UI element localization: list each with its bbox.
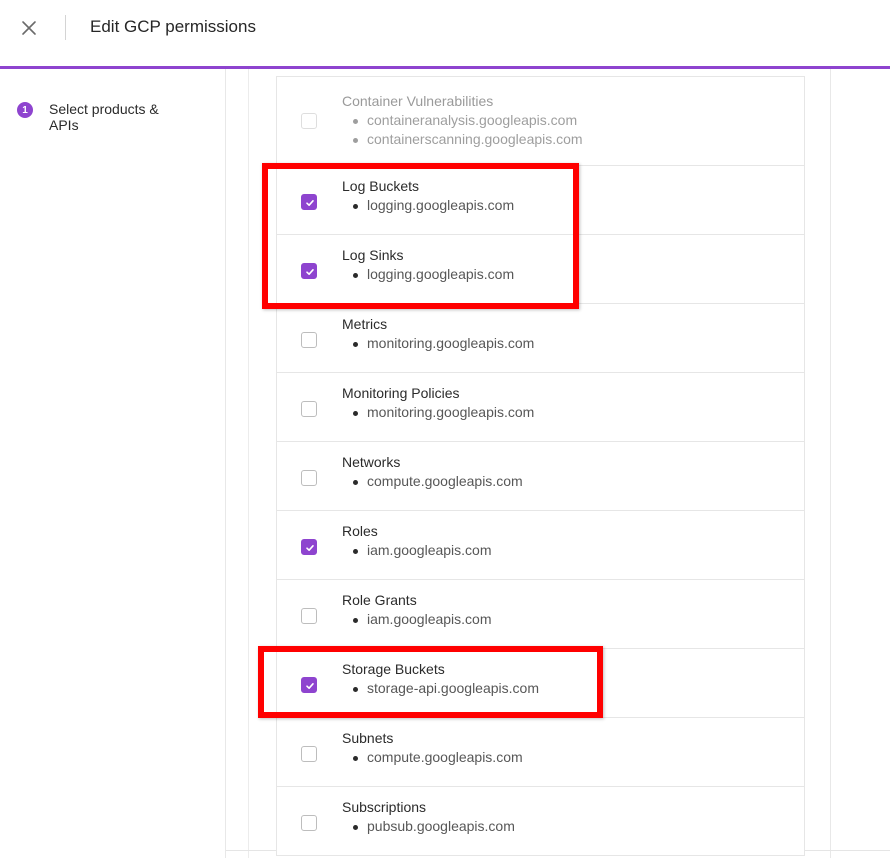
product-row: Monitoring Policies monitoring.googleapis… [277,373,804,442]
header: Edit GCP permissions [0,0,890,66]
product-checkbox[interactable] [301,677,317,693]
api-endpoint: compute.googleapis.com [351,748,523,767]
product-name: Storage Buckets [342,661,445,677]
wizard-steps-sidebar: 1 Select products & APIs [0,69,226,858]
product-list: Container Vulnerabilities containeranalys… [276,76,805,856]
product-name: Subnets [342,730,394,746]
api-endpoint: storage-api.googleapis.com [351,679,539,698]
product-name: Monitoring Policies [342,385,460,401]
product-checkbox[interactable] [301,470,317,486]
api-endpoint: logging.googleapis.com [351,196,514,215]
checkmark-icon [306,545,314,551]
product-checkbox [301,113,317,129]
header-divider [65,15,66,40]
api-endpoint: compute.googleapis.com [351,472,523,491]
product-checkbox[interactable] [301,194,317,210]
api-endpoint: iam.googleapis.com [351,610,492,629]
product-row: Metrics monitoring.googleapis.com [277,304,804,373]
product-row: Storage Buckets storage-api.googleapis.co… [277,649,804,718]
api-endpoint: pubsub.googleapis.com [351,817,515,836]
product-checkbox[interactable] [301,746,317,762]
api-list: compute.googleapis.com [351,748,523,767]
product-checkbox[interactable] [301,332,317,348]
api-list: monitoring.googleapis.com [351,403,534,422]
api-list: pubsub.googleapis.com [351,817,515,836]
checkmark-icon [306,200,314,206]
product-name: Networks [342,454,401,470]
api-list: logging.googleapis.com [351,265,514,284]
product-checkbox[interactable] [301,401,317,417]
api-list: logging.googleapis.com [351,196,514,215]
product-name: Role Grants [342,592,417,608]
product-row: Subnets compute.googleapis.com [277,718,804,787]
step-number-badge: 1 [17,102,33,118]
close-button[interactable] [18,17,40,39]
api-list: compute.googleapis.com [351,472,523,491]
product-row: Role Grants iam.googleapis.com [277,580,804,649]
product-name: Log Buckets [342,178,420,194]
product-row: Container Vulnerabilities containeranalys… [277,77,804,166]
api-list: containeranalysis.googleapis.com containe… [351,111,583,149]
page-title: Edit GCP permissions [90,17,256,36]
api-endpoint: monitoring.googleapis.com [351,403,534,422]
product-name: Container Vulnerabilities [342,93,494,109]
product-row: Log Buckets logging.googleapis.com [277,166,804,235]
product-checkbox[interactable] [301,539,317,555]
product-checkbox[interactable] [301,263,317,279]
step-select-products[interactable]: 1 Select products & APIs [17,101,189,133]
product-row: Log Sinks logging.googleapis.com [277,235,804,304]
api-list: iam.googleapis.com [351,610,492,629]
checkmark-icon [306,269,314,275]
product-checkbox[interactable] [301,815,317,831]
product-name: Roles [342,523,378,539]
content-divider [248,69,249,858]
api-list: iam.googleapis.com [351,541,492,560]
product-row: Roles iam.googleapis.com [277,511,804,580]
product-name: Subscriptions [342,799,427,815]
api-endpoint: iam.googleapis.com [351,541,492,560]
api-endpoint: logging.googleapis.com [351,265,514,284]
api-list: storage-api.googleapis.com [351,679,539,698]
step-label: Select products & APIs [49,101,159,133]
checkmark-icon [306,683,314,689]
api-endpoint: monitoring.googleapis.com [351,334,534,353]
product-row: Subscriptions pubsub.googleapis.com [277,787,804,856]
product-name: Log Sinks [342,247,404,263]
product-checkbox[interactable] [301,608,317,624]
product-name: Metrics [342,316,388,332]
api-endpoint: containeranalysis.googleapis.com [351,111,583,130]
api-list: monitoring.googleapis.com [351,334,534,353]
product-row: Networks compute.googleapis.com [277,442,804,511]
close-icon [22,21,36,35]
api-endpoint: containerscanning.googleapis.com [351,130,583,149]
